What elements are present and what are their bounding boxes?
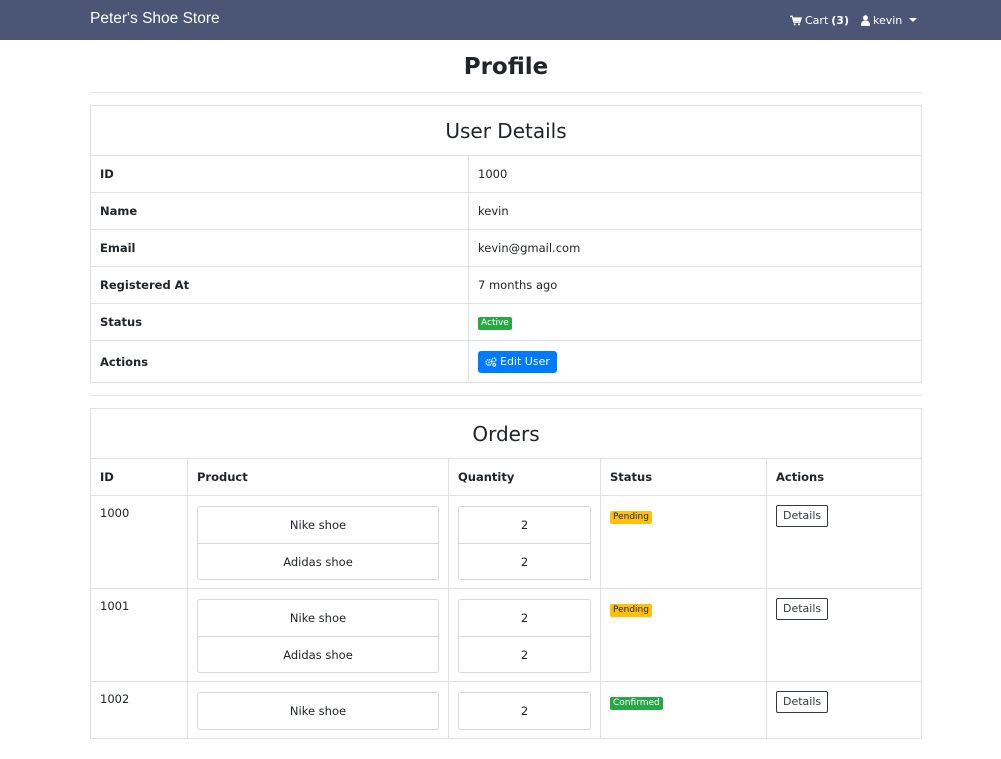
col-id-header: ID <box>90 458 188 496</box>
quantity-item: 2 <box>520 611 529 625</box>
user-id-value: 1000 <box>468 155 922 193</box>
product-list: Nike shoe Adidas shoe <box>197 599 439 673</box>
status-badge: Pending <box>610 604 652 617</box>
caret-down-icon <box>909 18 918 22</box>
quantity-item: 2 <box>459 543 590 579</box>
user-name: kevin <box>872 13 903 27</box>
orders-heading: Orders <box>90 408 922 459</box>
user-status-cell: Active <box>468 303 922 341</box>
edit-user-label: Edit User <box>500 355 550 368</box>
cogs-icon <box>485 356 497 367</box>
user-row-registered: Registered At 7 months ago <box>90 266 922 304</box>
order-products-cell: Nike shoe Adidas shoe <box>187 495 449 589</box>
user-details-heading: User Details <box>90 105 922 156</box>
user-row-id: ID 1000 <box>90 155 922 193</box>
user-dropdown[interactable]: kevin <box>860 13 918 27</box>
edit-user-button[interactable]: Edit User <box>478 350 557 373</box>
order-status-cell: Pending <box>600 588 767 682</box>
details-button[interactable]: Details <box>776 505 829 527</box>
table-row: 1001 Nike shoe Adidas shoe 2 2 Pending D… <box>90 588 922 682</box>
user-details-table: User Details ID 1000 Name kevin Email ke… <box>90 105 922 383</box>
navbar-right: Cart (3) kevin <box>790 12 918 28</box>
user-name-value: kevin <box>468 192 922 230</box>
status-badge: Pending <box>610 511 652 524</box>
quantity-item: 2 <box>520 518 529 532</box>
user-row-email: Email kevin@gmail.com <box>90 229 922 267</box>
product-item: Adidas shoe <box>198 543 438 579</box>
shopping-cart-icon <box>790 15 802 25</box>
col-status-header: Status <box>600 458 767 496</box>
order-id: 1001 <box>90 588 188 682</box>
quantity-list: 2 <box>458 692 591 730</box>
user-actions-label: Actions <box>90 340 469 383</box>
title-divider <box>90 92 922 93</box>
details-button[interactable]: Details <box>776 598 829 620</box>
order-id: 1000 <box>90 495 188 589</box>
user-registered-label: Registered At <box>90 266 469 304</box>
orders-header-row: ID Product Quantity Status Actions <box>90 458 922 496</box>
user-email-label: Email <box>90 229 469 267</box>
status-badge: Confirmed <box>610 697 663 710</box>
user-row-name: Name kevin <box>90 192 922 230</box>
order-id: 1002 <box>90 681 188 739</box>
order-actions-cell: Details <box>766 588 922 682</box>
navbar: Peter's Shoe Store Cart (3) kevin <box>0 0 1001 40</box>
order-status-cell: Pending <box>600 495 767 589</box>
order-actions-cell: Details <box>766 681 922 739</box>
orders-table: Orders ID Product Quantity Status Action… <box>90 408 922 739</box>
cart-count: (3) <box>831 13 849 27</box>
col-actions-header: Actions <box>766 458 922 496</box>
brand-link[interactable]: Peter's Shoe Store <box>90 10 220 28</box>
quantity-item: 2 <box>520 704 529 718</box>
user-actions-cell: Edit User <box>468 340 922 383</box>
col-quantity-header: Quantity <box>448 458 601 496</box>
section-divider <box>90 395 922 396</box>
cart-label: Cart <box>805 13 829 27</box>
page-title: Profile <box>463 54 549 80</box>
product-item: Nike shoe <box>289 611 347 625</box>
details-button[interactable]: Details <box>776 691 829 713</box>
order-status-cell: Confirmed <box>600 681 767 739</box>
order-actions-cell: Details <box>766 495 922 589</box>
status-badge: Active <box>478 317 512 330</box>
cart-link[interactable]: Cart (3) <box>790 14 849 27</box>
order-products-cell: Nike shoe <box>187 681 449 739</box>
col-product-header: Product <box>187 458 449 496</box>
product-list: Nike shoe <box>197 692 439 730</box>
user-email-value: kevin@gmail.com <box>468 229 922 267</box>
user-status-label: Status <box>90 303 469 341</box>
quantity-item: 2 <box>459 636 590 672</box>
user-id-label: ID <box>90 155 469 193</box>
user-row-status: Status Active <box>90 303 922 341</box>
order-quantities-cell: 2 2 <box>448 588 601 682</box>
user-name-label: Name <box>90 192 469 230</box>
order-products-cell: Nike shoe Adidas shoe <box>187 588 449 682</box>
quantity-list: 2 2 <box>458 599 591 673</box>
user-registered-value: 7 months ago <box>468 266 922 304</box>
quantity-list: 2 2 <box>458 506 591 580</box>
order-quantities-cell: 2 2 <box>448 495 601 589</box>
user-icon <box>860 14 870 26</box>
user-row-actions: Actions Edit User <box>90 340 922 383</box>
product-list: Nike shoe Adidas shoe <box>197 506 439 580</box>
table-row: 1000 Nike shoe Adidas shoe 2 2 Pending D… <box>90 495 922 589</box>
product-item: Nike shoe <box>289 518 347 532</box>
order-quantities-cell: 2 <box>448 681 601 739</box>
product-item: Adidas shoe <box>198 636 438 672</box>
table-row: 1002 Nike shoe 2 Confirmed Details <box>90 681 922 739</box>
product-item: Nike shoe <box>289 704 347 718</box>
